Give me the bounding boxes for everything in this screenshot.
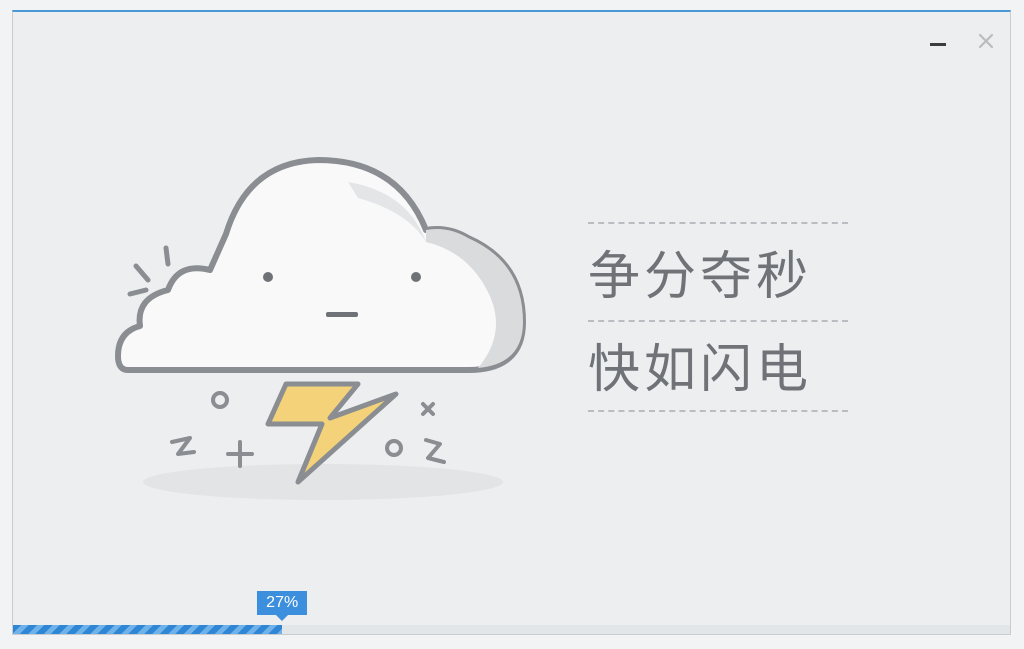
minimize-icon [930, 43, 946, 46]
progress-percent-label: 27% [257, 591, 308, 621]
cloud-lightning-illustration [115, 157, 526, 500]
slogan-line-1: 争分夺秒 [588, 247, 813, 307]
progress-fill [13, 625, 283, 634]
splash-window: 争分夺秒 快如闪电 27% [12, 10, 1011, 635]
close-button[interactable] [973, 28, 999, 54]
slogan-divider-middle [588, 320, 848, 322]
close-icon [978, 33, 994, 49]
slogan: 争分夺秒 快如闪电 [588, 222, 848, 422]
minimize-button[interactable] [925, 28, 951, 54]
progress-bar [13, 625, 1010, 634]
slogan-line-2: 快如闪电 [588, 340, 813, 400]
slogan-divider-bottom [588, 410, 848, 412]
slogan-divider-top [588, 222, 848, 224]
